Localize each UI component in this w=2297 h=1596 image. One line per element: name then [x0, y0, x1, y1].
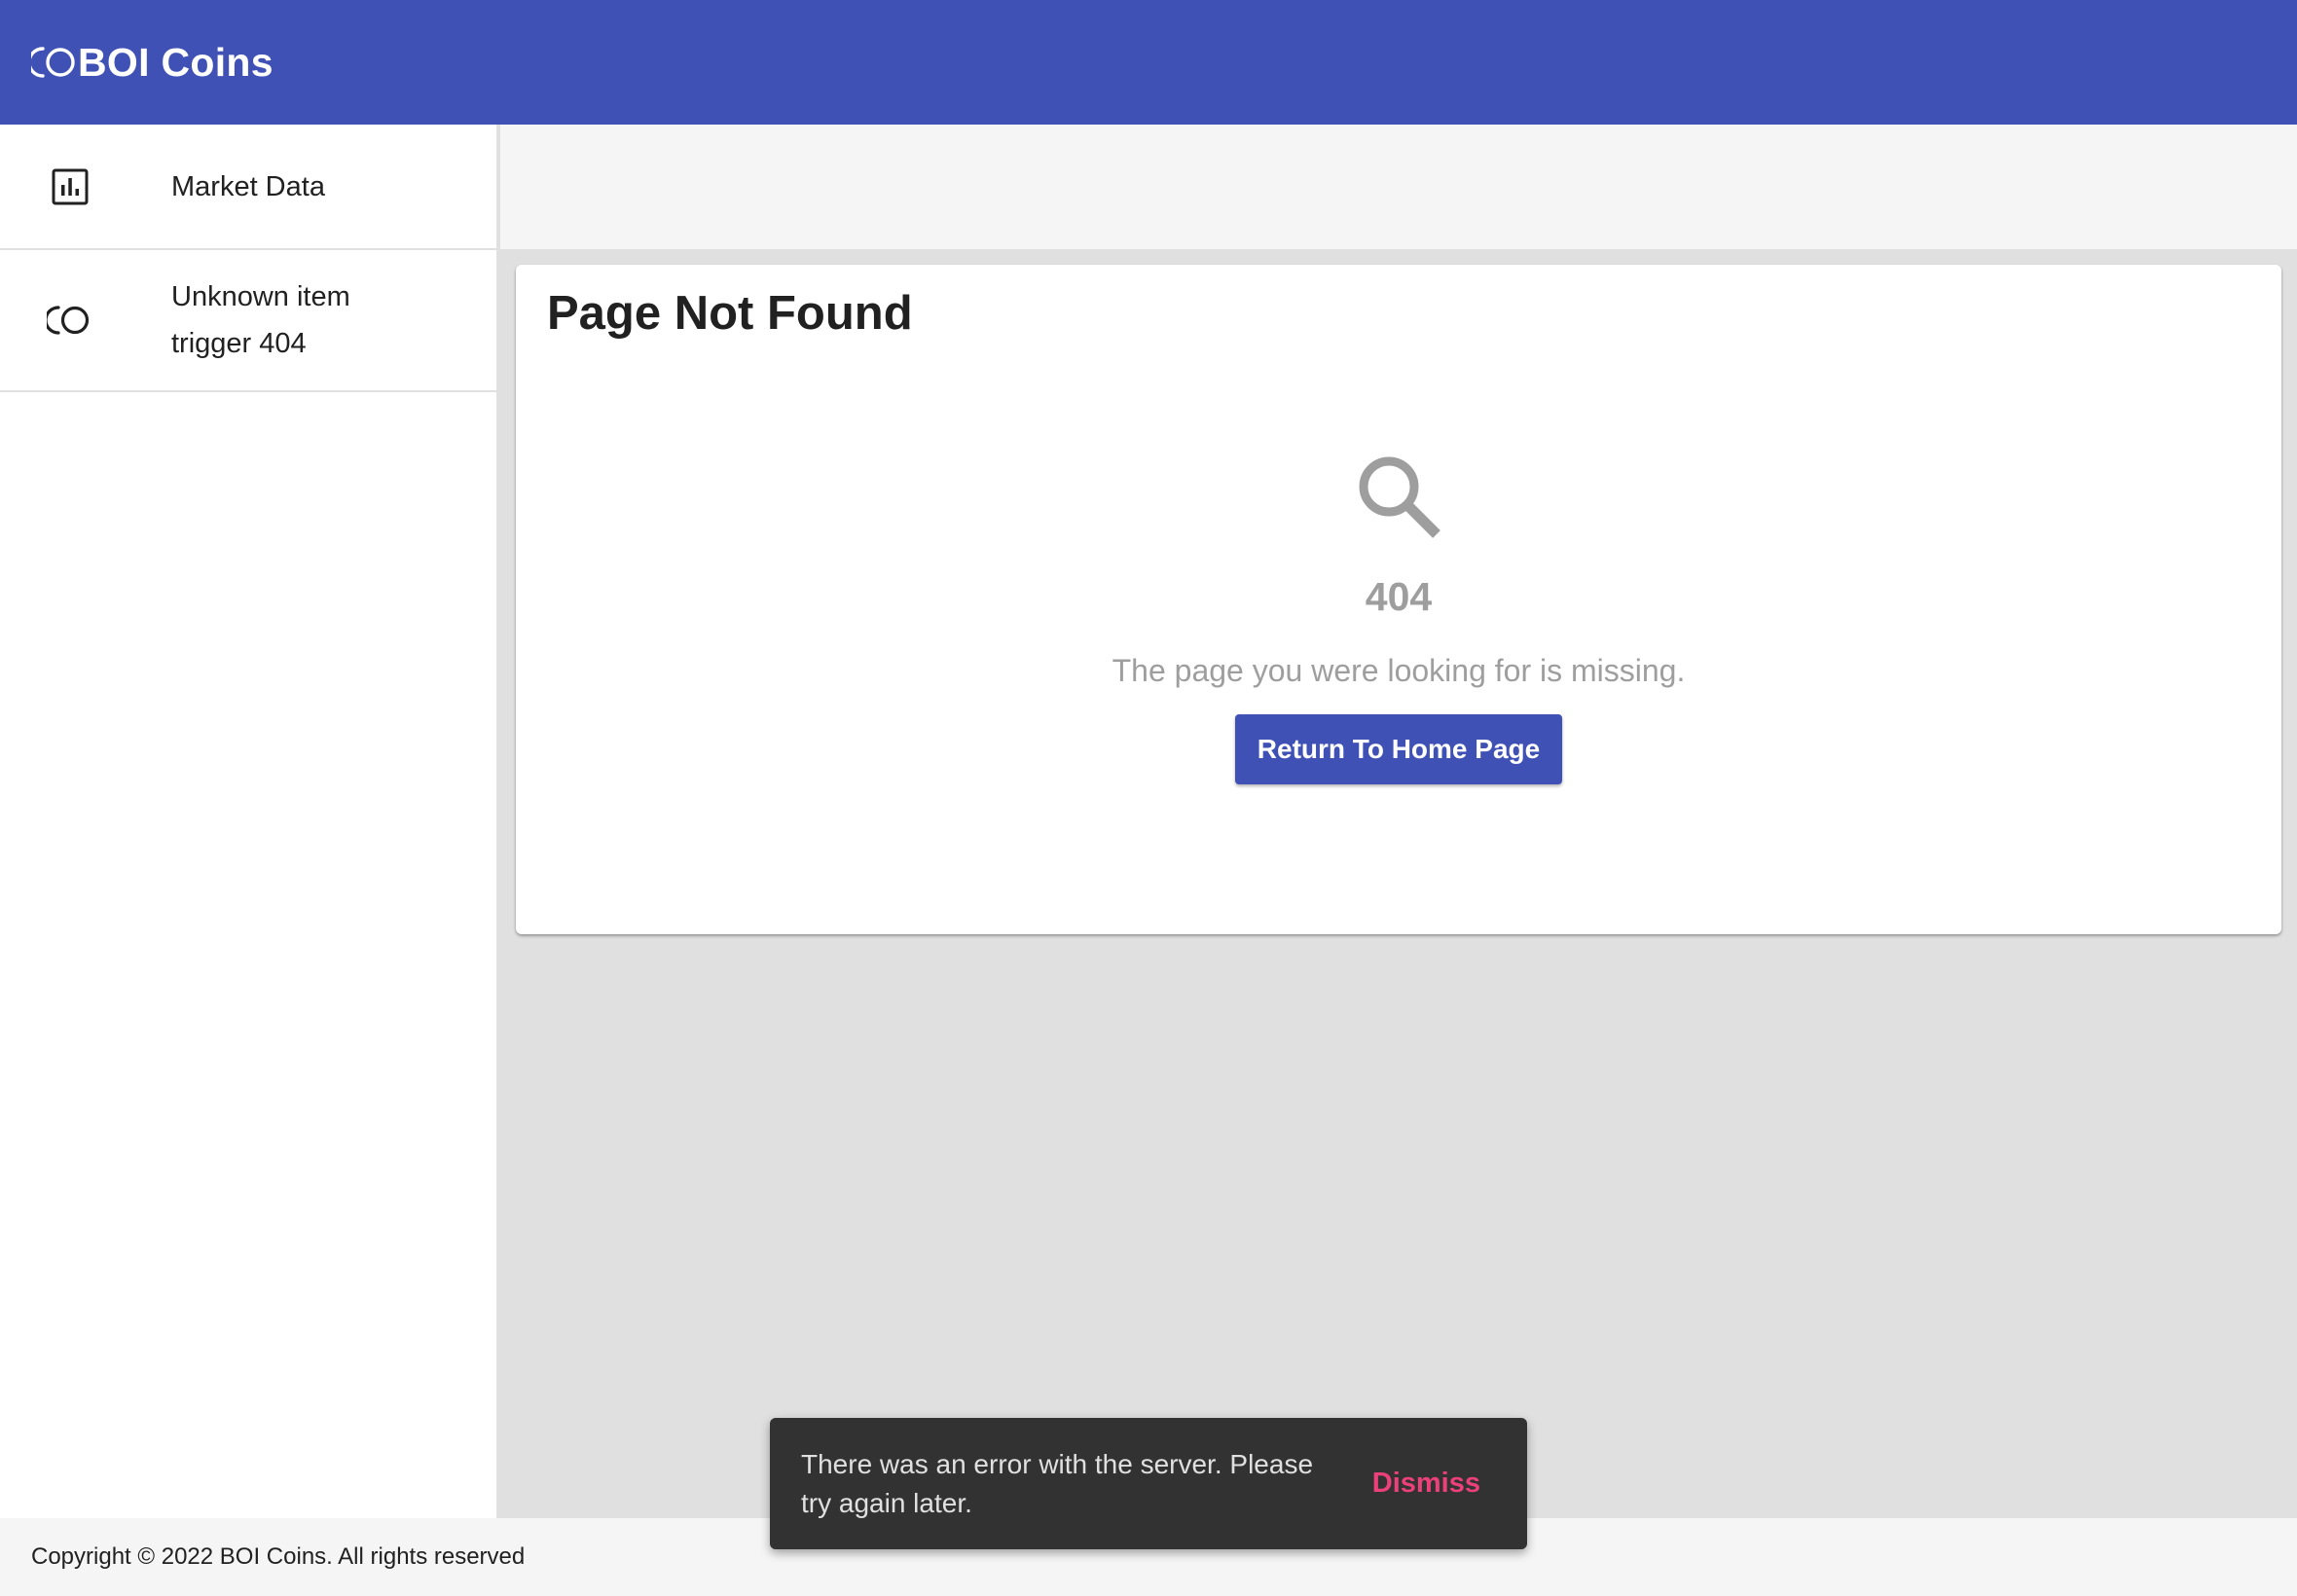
sidebar-item-label: Market Data	[171, 170, 325, 202]
error-message: The page you were looking for is missing…	[1112, 653, 1686, 688]
return-home-button[interactable]: Return To Home Page	[1235, 714, 1562, 784]
coins-icon	[47, 297, 93, 344]
dismiss-button[interactable]: Dismiss	[1372, 1468, 1480, 1500]
brand-link[interactable]: BOI Coins	[31, 40, 273, 86]
error-code: 404	[1365, 574, 1433, 619]
sidebar-item-label: Unknown item trigger 404	[171, 281, 350, 359]
sidebar: Market Data Unknown item trigger 404	[0, 125, 498, 1518]
bar-chart-icon	[47, 163, 93, 210]
sidebar-item-unknown-item[interactable]: Unknown item trigger 404	[0, 250, 496, 392]
brand-title: BOI Coins	[78, 39, 273, 85]
not-found-body: 404 The page you were looking for is mis…	[516, 450, 2281, 784]
copyright-text: Copyright © 2022 BOI Coins. All rights r…	[31, 1543, 526, 1570]
content-top-strip	[500, 125, 2297, 249]
page-title: Page Not Found	[547, 287, 913, 340]
coins-icon	[31, 47, 75, 78]
sidebar-item-market-data[interactable]: Market Data	[0, 125, 496, 250]
search-icon	[1359, 456, 1440, 538]
not-found-card: Page Not Found 404 The page you were loo…	[516, 265, 2281, 934]
error-snackbar: There was an error with the server. Plea…	[770, 1418, 1527, 1549]
app-header: BOI Coins	[0, 0, 2297, 125]
snackbar-message: There was an error with the server. Plea…	[801, 1448, 1314, 1518]
